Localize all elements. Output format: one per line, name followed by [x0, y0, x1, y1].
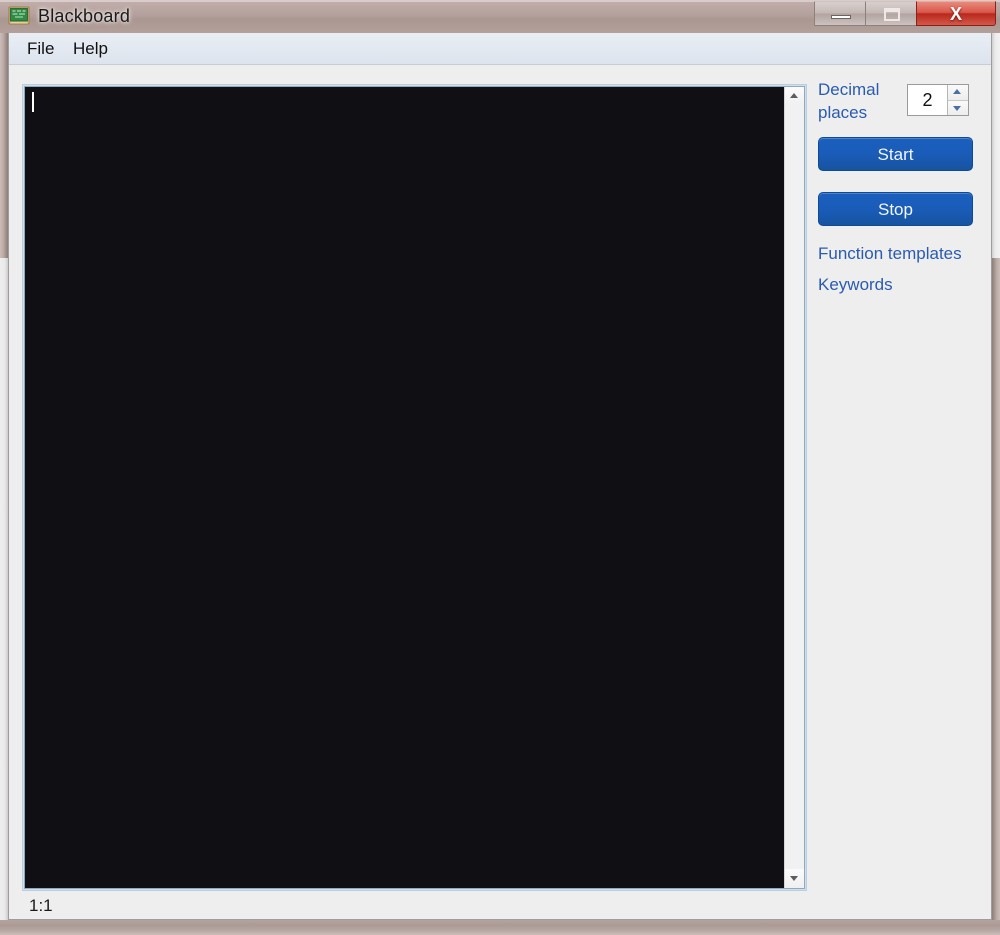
window-frame-left-lower: [0, 258, 8, 928]
scroll-up-icon: [790, 93, 798, 98]
decimal-places-stepper-arrows: [947, 85, 968, 115]
menu-item-help[interactable]: Help: [67, 37, 114, 61]
caret-position-label: 1:1: [29, 896, 53, 915]
spin-down-icon: [953, 105, 961, 111]
scroll-down-icon: [790, 876, 798, 881]
minimize-button[interactable]: [814, 1, 866, 26]
start-button[interactable]: Start: [818, 137, 973, 171]
minimize-icon: [831, 15, 851, 19]
menu-bar: File Help: [9, 33, 991, 65]
decimal-places-value[interactable]: 2: [908, 85, 947, 115]
close-button[interactable]: X: [916, 1, 996, 26]
stop-button[interactable]: Stop: [818, 192, 973, 226]
keywords-link[interactable]: Keywords: [818, 274, 893, 296]
code-editor-inner: [24, 86, 805, 889]
code-editor-textarea[interactable]: [25, 87, 784, 888]
decimal-places-decrement-button[interactable]: [948, 99, 968, 115]
spin-up-icon: [953, 89, 961, 94]
application-window: Blackboard X File Help 1:1 Decimal place…: [0, 0, 1000, 935]
code-editor[interactable]: [22, 84, 807, 891]
title-bar[interactable]: Blackboard X: [0, 0, 1000, 33]
text-caret: [32, 92, 34, 112]
menu-item-file[interactable]: File: [21, 37, 60, 61]
maximize-icon: [884, 8, 900, 21]
decimal-places-increment-button[interactable]: [948, 85, 968, 100]
status-bar: 1:1: [9, 893, 991, 919]
editor-vertical-scrollbar[interactable]: [784, 87, 804, 888]
window-frame-bottom: [0, 920, 1000, 935]
decimal-places-stepper[interactable]: 2: [907, 84, 969, 116]
function-templates-link[interactable]: Function templates: [818, 243, 962, 265]
close-icon: X: [949, 4, 962, 24]
decimal-places-label: Decimal places: [818, 80, 880, 122]
window-frame-right-upper: [992, 33, 1000, 258]
window-title: Blackboard: [38, 6, 131, 26]
blackboard-icon: [8, 5, 30, 27]
scroll-track[interactable]: [785, 106, 804, 869]
window-controls: X: [814, 1, 996, 27]
scroll-down-button[interactable]: [785, 869, 804, 888]
scroll-up-button[interactable]: [785, 87, 804, 106]
maximize-button[interactable]: [865, 1, 917, 26]
